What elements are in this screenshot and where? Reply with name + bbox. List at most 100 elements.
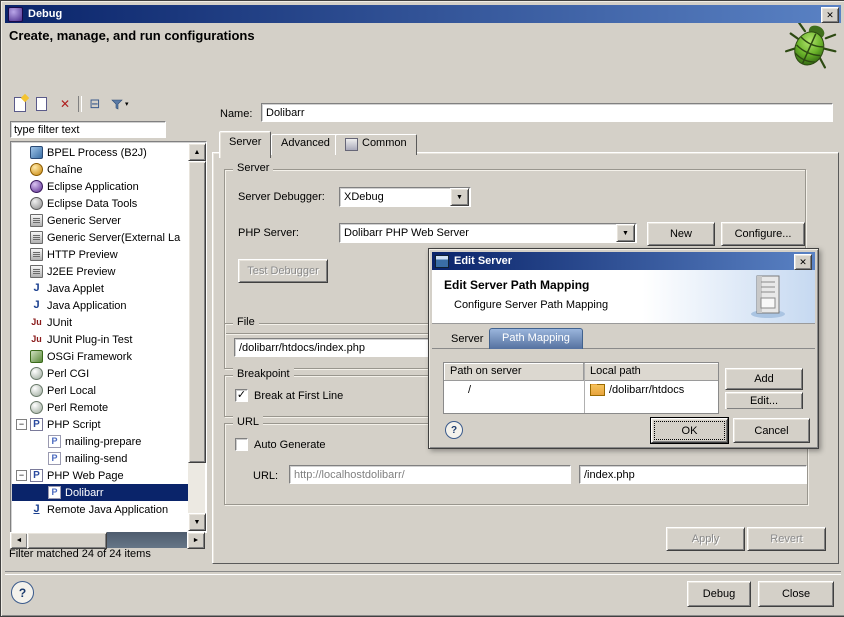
test-debugger-button[interactable]: Test Debugger <box>238 259 328 283</box>
tree-item[interactable]: Remote Java Application <box>12 501 188 518</box>
phpfile-icon <box>48 435 61 448</box>
tree-item[interactable]: Java Applet <box>12 280 188 297</box>
tree-item[interactable]: Perl CGI <box>12 365 188 382</box>
local-path-header[interactable]: Local path <box>584 363 718 380</box>
close-icon[interactable]: ✕ <box>821 7 839 23</box>
tree-item[interactable]: Eclipse Application <box>12 178 188 195</box>
dialog-tab-path-mapping-label: Path Mapping <box>502 332 570 344</box>
vscroll-thumb[interactable] <box>188 161 206 463</box>
debug-button[interactable]: Debug <box>687 581 751 607</box>
tree-item-label: Dolibarr <box>65 487 104 499</box>
tree-item[interactable]: Dolibarr <box>12 484 188 501</box>
tree-item[interactable]: HTTP Preview <box>12 246 188 263</box>
tree-vertical-scrollbar[interactable]: ▲ ▼ <box>188 143 205 531</box>
tab-common-label: Common <box>362 137 407 149</box>
footer-separator <box>5 571 841 575</box>
apply-button[interactable]: Apply <box>666 527 745 551</box>
dialog-tab-path-mapping[interactable]: Path Mapping <box>489 328 583 349</box>
tab-server[interactable]: Server <box>219 131 271 158</box>
collapse-toggle-icon[interactable]: − <box>16 470 27 481</box>
tree-indent <box>16 266 27 277</box>
tab-advanced[interactable]: Advanced <box>271 134 340 155</box>
new-server-button[interactable]: New <box>647 222 715 246</box>
tree-item[interactable]: mailing-send <box>12 450 188 467</box>
collapse-toggle-icon[interactable]: − <box>16 419 27 430</box>
tab-common[interactable]: Common <box>335 134 417 155</box>
name-input[interactable] <box>261 103 833 122</box>
revert-button[interactable]: Revert <box>747 527 826 551</box>
tree-indent <box>16 504 27 515</box>
tree-item[interactable]: Perl Remote <box>12 399 188 416</box>
scroll-left-button[interactable]: ◄ <box>10 532 28 549</box>
path-on-server-header[interactable]: Path on server <box>444 363 584 380</box>
new-configuration-button[interactable] <box>10 94 30 114</box>
chevron-down-icon[interactable]: ▼ <box>450 188 469 206</box>
tree-item[interactable]: −PHP Web Page <box>12 467 188 484</box>
cancel-button[interactable]: Cancel <box>733 418 810 443</box>
tree-horizontal-scrollbar[interactable]: ◄ ► <box>10 532 205 548</box>
tree-item[interactable]: JUnit <box>12 314 188 331</box>
tree-item-label: Perl CGI <box>47 368 89 380</box>
auto-generate-checkbox[interactable]: ✓ <box>235 438 248 451</box>
duplicate-configuration-button[interactable] <box>33 94 53 114</box>
tree-item[interactable]: JUnit Plug-in Test <box>12 331 188 348</box>
breakpoint-group-legend: Breakpoint <box>233 368 294 380</box>
tree-item[interactable]: Perl Local <box>12 382 188 399</box>
tree-indent <box>16 317 27 328</box>
add-button[interactable]: Add <box>725 368 803 390</box>
tree-item-label: Perl Local <box>47 385 96 397</box>
collapse-all-button[interactable]: ⊟ <box>85 94 105 114</box>
edit-button[interactable]: Edit... <box>725 392 803 409</box>
php-server-value: Dolibarr PHP Web Server <box>340 227 616 239</box>
filter-icon <box>111 98 123 110</box>
tree-item[interactable]: mailing-prepare <box>12 433 188 450</box>
dialog-subheading: Configure Server Path Mapping <box>454 299 608 311</box>
titlebar[interactable]: Debug <box>5 5 841 23</box>
scroll-up-button[interactable]: ▲ <box>188 143 206 161</box>
url-path-input[interactable] <box>579 465 807 484</box>
url-base-input[interactable] <box>289 465 571 484</box>
dialog-tab-server[interactable]: Server <box>445 331 489 347</box>
tree-indent <box>16 164 27 175</box>
server-debugger-select[interactable]: XDebug ▼ <box>339 187 471 207</box>
window-title: Debug <box>28 8 62 20</box>
break-at-first-line-checkbox[interactable]: ✓ <box>235 389 248 402</box>
chevron-down-icon[interactable]: ▾ <box>125 100 129 108</box>
hscroll-thumb[interactable] <box>27 532 107 549</box>
dialog-tab-server-label: Server <box>451 333 483 345</box>
tree-indent <box>16 181 27 192</box>
tree-item-label: Chaîne <box>47 164 82 176</box>
java-icon <box>30 299 43 312</box>
filter-input[interactable] <box>10 121 166 138</box>
php-server-select[interactable]: Dolibarr PHP Web Server ▼ <box>339 223 637 243</box>
tree-item[interactable]: Chaîne <box>12 161 188 178</box>
tree-item[interactable]: Generic Server <box>12 212 188 229</box>
dialog-help-button[interactable]: ? <box>445 421 463 439</box>
tree-item[interactable]: Eclipse Data Tools <box>12 195 188 212</box>
tree-item[interactable]: −PHP Script <box>12 416 188 433</box>
dialog-title: Edit Server <box>454 255 512 267</box>
dialog-titlebar[interactable]: Edit Server <box>432 252 815 270</box>
tree-item[interactable]: BPEL Process (B2J) <box>12 144 188 161</box>
configure-server-button[interactable]: Configure... <box>721 222 805 246</box>
tree-indent <box>16 249 27 260</box>
help-button[interactable]: ? <box>11 581 34 604</box>
ok-button[interactable]: OK <box>651 418 728 443</box>
close-icon[interactable]: ✕ <box>794 254 812 270</box>
mapping-table[interactable]: Path on server Local path //dolibarr/htd… <box>443 362 719 414</box>
tree-item[interactable]: Java Application <box>12 297 188 314</box>
close-dialog-button[interactable]: Close <box>758 581 834 607</box>
scroll-down-button[interactable]: ▼ <box>188 513 206 531</box>
tree-item[interactable]: J2EE Preview <box>12 263 188 280</box>
tree-item[interactable]: OSGi Framework <box>12 348 188 365</box>
server-group-legend: Server <box>233 162 273 174</box>
chevron-down-icon[interactable]: ▼ <box>616 224 635 242</box>
delete-configuration-button[interactable]: ✕ <box>55 94 75 114</box>
mapping-row[interactable]: //dolibarr/htdocs <box>444 381 718 398</box>
scroll-right-button[interactable]: ► <box>187 532 205 549</box>
filter-menu-button[interactable] <box>107 94 127 114</box>
mapping-table-header: Path on server Local path <box>444 363 718 381</box>
tree-item-label: Eclipse Application <box>47 181 139 193</box>
remotejava-icon <box>30 503 43 516</box>
tree-item[interactable]: Generic Server(External La <box>12 229 188 246</box>
